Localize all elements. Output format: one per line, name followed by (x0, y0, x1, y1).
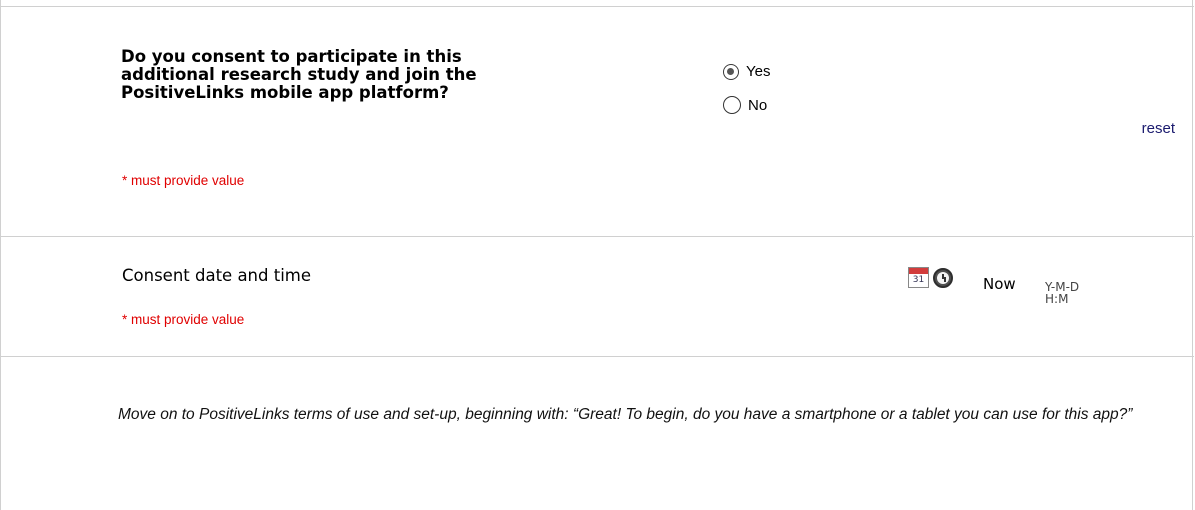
descriptive-text-row: Move on to PositiveLinks terms of use an… (1, 356, 1194, 510)
radio-option-no[interactable]: No (723, 96, 767, 114)
datetime-format-hint: Y-M-D H:M (1045, 281, 1095, 305)
calendar-icon-number: 31 (912, 275, 925, 285)
consent-datetime-row: Consent date and time * must provide val… (1, 236, 1194, 357)
required-note: * must provide value (122, 173, 245, 188)
reset-link[interactable]: reset (1142, 120, 1175, 137)
consent-question-label: Do you consent to participate in this ad… (121, 47, 477, 102)
radio-option-yes[interactable]: Yes (723, 63, 770, 80)
calendar-icon[interactable]: 31 (908, 267, 929, 288)
consent-question-row: Do you consent to participate in this ad… (1, 6, 1194, 237)
consent-datetime-label: Consent date and time (122, 266, 312, 285)
radio-yes-selected[interactable] (723, 63, 739, 80)
radio-yes-label: Yes (746, 63, 771, 80)
now-button[interactable]: Now (983, 275, 1016, 293)
descriptive-text: Move on to PositiveLinks terms of use an… (118, 406, 1133, 423)
survey-form: Do you consent to participate in this ad… (0, 0, 1194, 510)
required-note: * must provide value (122, 312, 245, 327)
format-hint-time: H:M (1045, 292, 1069, 306)
radio-no-label: No (748, 96, 768, 114)
clock-icon[interactable] (933, 268, 953, 288)
radio-no-unselected[interactable] (723, 96, 741, 114)
